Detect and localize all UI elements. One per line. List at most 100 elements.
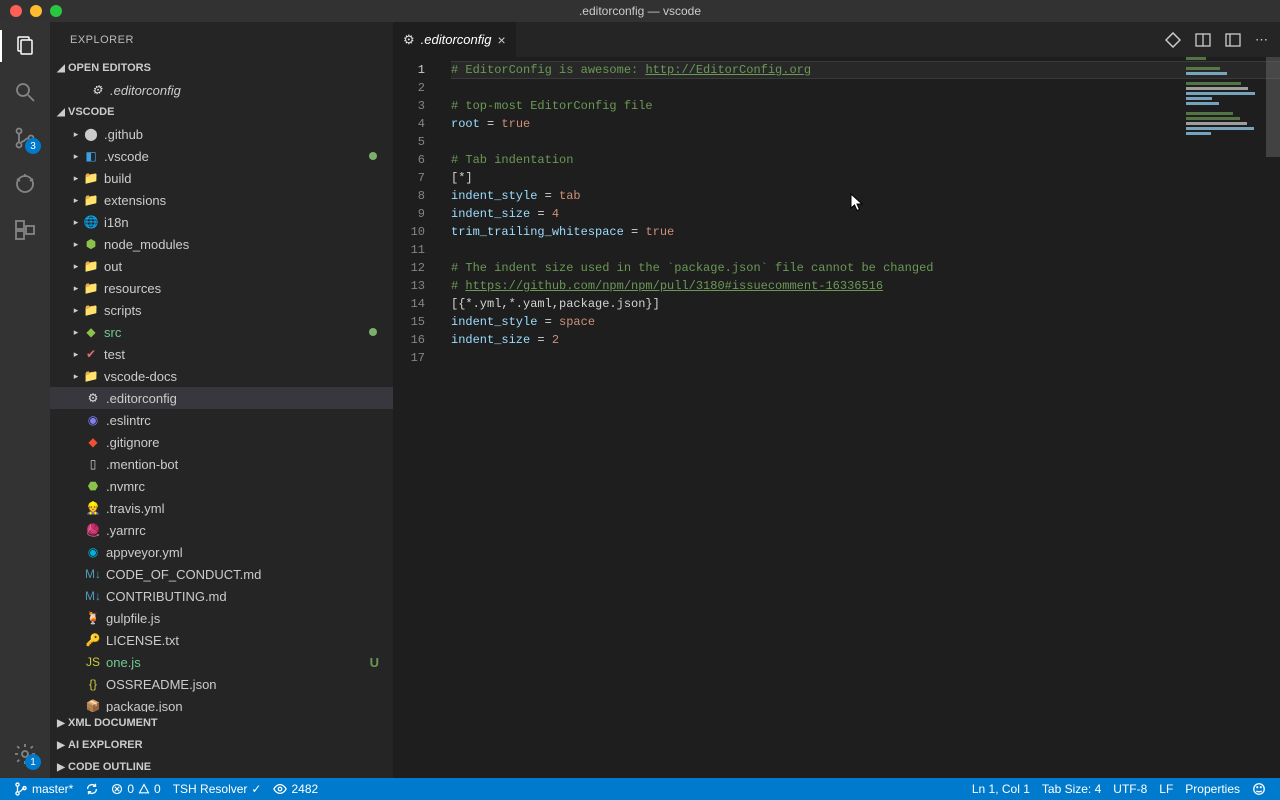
chevron-down-icon: ◢ bbox=[54, 63, 68, 74]
file-row[interactable]: M↓CONTRIBUTING.md bbox=[50, 585, 393, 607]
extensions-icon[interactable] bbox=[11, 216, 39, 244]
tree-item-label: vscode-docs bbox=[104, 369, 383, 384]
cursor-position-item[interactable]: Ln 1, Col 1 bbox=[966, 782, 1036, 796]
folder-row[interactable]: ▸⬤.github bbox=[50, 123, 393, 145]
workspace-section[interactable]: ◢ VSCODE bbox=[50, 101, 393, 123]
debug-icon[interactable] bbox=[11, 170, 39, 198]
tree-item-label: .yarnrc bbox=[106, 523, 383, 538]
folder-row[interactable]: ▸◧.vscode bbox=[50, 145, 393, 167]
code-content[interactable]: # EditorConfig is awesome: http://Editor… bbox=[443, 57, 1280, 778]
file-icon: ▯ bbox=[84, 457, 102, 471]
file-row[interactable]: 📦package.json bbox=[50, 695, 393, 712]
folder-icon: 📁 bbox=[82, 171, 100, 185]
code-outline-section[interactable]: ▶ CODE OUTLINE bbox=[50, 756, 393, 778]
sync-item[interactable] bbox=[79, 778, 105, 800]
window-controls bbox=[0, 5, 62, 17]
chevron-down-icon: ◢ bbox=[54, 107, 68, 118]
language-mode-item[interactable]: Properties bbox=[1179, 782, 1246, 796]
travis-icon: 👷 bbox=[84, 501, 102, 515]
folder-row[interactable]: ▸◆src bbox=[50, 321, 393, 343]
file-row[interactable]: ◉.eslintrc bbox=[50, 409, 393, 431]
folder-row[interactable]: ▸📁resources bbox=[50, 277, 393, 299]
folder-row[interactable]: ▸📁vscode-docs bbox=[50, 365, 393, 387]
file-row[interactable]: ◉appveyor.yml bbox=[50, 541, 393, 563]
encoding-item[interactable]: UTF-8 bbox=[1107, 782, 1153, 796]
close-window-button[interactable] bbox=[10, 5, 22, 17]
file-row[interactable]: ◆.gitignore bbox=[50, 431, 393, 453]
close-tab-icon[interactable]: × bbox=[497, 32, 505, 48]
maximize-window-button[interactable] bbox=[50, 5, 62, 17]
open-editor-item[interactable]: ⚙ .editorconfig bbox=[50, 79, 393, 101]
nodemodules-icon: ⬢ bbox=[82, 237, 100, 251]
tree-item-label: LICENSE.txt bbox=[106, 633, 383, 648]
search-icon[interactable] bbox=[11, 78, 39, 106]
settings-badge: 1 bbox=[25, 754, 41, 770]
folder-row[interactable]: ▸📁build bbox=[50, 167, 393, 189]
file-row[interactable]: JSone.jsU bbox=[50, 651, 393, 673]
file-row[interactable]: ⚙.editorconfig bbox=[50, 387, 393, 409]
open-editors-section[interactable]: ◢ OPEN EDITORS bbox=[50, 57, 393, 79]
git-branch-item[interactable]: master* bbox=[8, 778, 79, 800]
chevron-right-icon: ▶ bbox=[54, 762, 68, 773]
file-row[interactable]: 🔑 LICENSE.txt bbox=[50, 629, 393, 651]
nvm-icon: ⬣ bbox=[84, 479, 102, 493]
file-row[interactable]: ▯.mention-bot bbox=[50, 453, 393, 475]
xml-document-section[interactable]: ▶ XML DOCUMENT bbox=[50, 712, 393, 734]
md-icon: M↓ bbox=[84, 589, 102, 603]
md-icon: M↓ bbox=[84, 567, 102, 581]
chevron-right-icon: ▸ bbox=[70, 371, 82, 382]
editor-tab-active[interactable]: ⚙ .editorconfig × bbox=[393, 22, 517, 57]
eol-item[interactable]: LF bbox=[1153, 782, 1179, 796]
folder-row[interactable]: ▸📁out bbox=[50, 255, 393, 277]
tree-item-label: out bbox=[104, 259, 383, 274]
window-title: .editorconfig — vscode bbox=[579, 4, 701, 18]
license-icon: 🔑 bbox=[84, 633, 102, 647]
layout-icon[interactable] bbox=[1225, 32, 1241, 48]
eslint-icon: ◉ bbox=[84, 413, 102, 427]
folder-row[interactable]: ▸✔test bbox=[50, 343, 393, 365]
feedback-icon[interactable] bbox=[1246, 782, 1272, 796]
file-row[interactable]: {}OSSREADME.json bbox=[50, 673, 393, 695]
folder-row[interactable]: ▸📁extensions bbox=[50, 189, 393, 211]
chevron-right-icon: ▸ bbox=[70, 129, 82, 140]
explorer-icon[interactable] bbox=[11, 32, 39, 60]
split-editor-icon[interactable] bbox=[1195, 32, 1211, 48]
ai-explorer-section[interactable]: ▶ AI EXPLORER bbox=[50, 734, 393, 756]
file-row[interactable]: ⬣ .nvmrc bbox=[50, 475, 393, 497]
file-row[interactable]: 🧶.yarnrc bbox=[50, 519, 393, 541]
source-control-icon[interactable]: 3 bbox=[11, 124, 39, 152]
file-row[interactable]: 👷.travis.yml bbox=[50, 497, 393, 519]
branch-label: master* bbox=[32, 782, 73, 796]
section-label: AI EXPLORER bbox=[68, 739, 143, 751]
tree-item-label: scripts bbox=[104, 303, 383, 318]
editorconfig-icon: ⚙ bbox=[403, 32, 415, 48]
settings-gear-icon[interactable]: 1 bbox=[11, 740, 39, 768]
more-actions-icon[interactable]: ⋯ bbox=[1255, 32, 1268, 48]
chevron-right-icon: ▸ bbox=[70, 239, 82, 250]
tree-item-label: .github bbox=[104, 127, 383, 142]
tree-item-label: package.json bbox=[106, 699, 383, 713]
chevron-right-icon: ▸ bbox=[70, 151, 82, 162]
editor-body[interactable]: 1234567891011121314151617 # EditorConfig… bbox=[393, 57, 1280, 778]
tree-item-label: .nvmrc bbox=[106, 479, 383, 494]
problems-item[interactable]: 0 0 bbox=[105, 778, 166, 800]
chevron-right-icon: ▸ bbox=[70, 195, 82, 206]
diff-icon[interactable] bbox=[1165, 32, 1181, 48]
chevron-right-icon: ▸ bbox=[70, 173, 82, 184]
file-row[interactable]: 🍹gulpfile.js bbox=[50, 607, 393, 629]
vertical-scrollbar[interactable] bbox=[1266, 57, 1280, 157]
titlebar: .editorconfig — vscode bbox=[0, 0, 1280, 22]
editor-tabs: ⚙ .editorconfig × ⋯ bbox=[393, 22, 1280, 57]
git-icon: ◆ bbox=[84, 435, 102, 449]
folder-row[interactable]: ▸⬢node_modules bbox=[50, 233, 393, 255]
resolver-label: TSH Resolver bbox=[173, 782, 248, 796]
tab-size-item[interactable]: Tab Size: 4 bbox=[1036, 782, 1107, 796]
folder-row[interactable]: ▸🌐i18n bbox=[50, 211, 393, 233]
minimize-window-button[interactable] bbox=[30, 5, 42, 17]
file-row[interactable]: M↓CODE_OF_CONDUCT.md bbox=[50, 563, 393, 585]
watch-item[interactable]: 2482 bbox=[267, 778, 324, 800]
tree-item-label: i18n bbox=[104, 215, 383, 230]
folder-row[interactable]: ▸📁scripts bbox=[50, 299, 393, 321]
chevron-right-icon: ▸ bbox=[70, 283, 82, 294]
tsh-resolver-item[interactable]: TSH Resolver ✓ bbox=[167, 778, 268, 800]
